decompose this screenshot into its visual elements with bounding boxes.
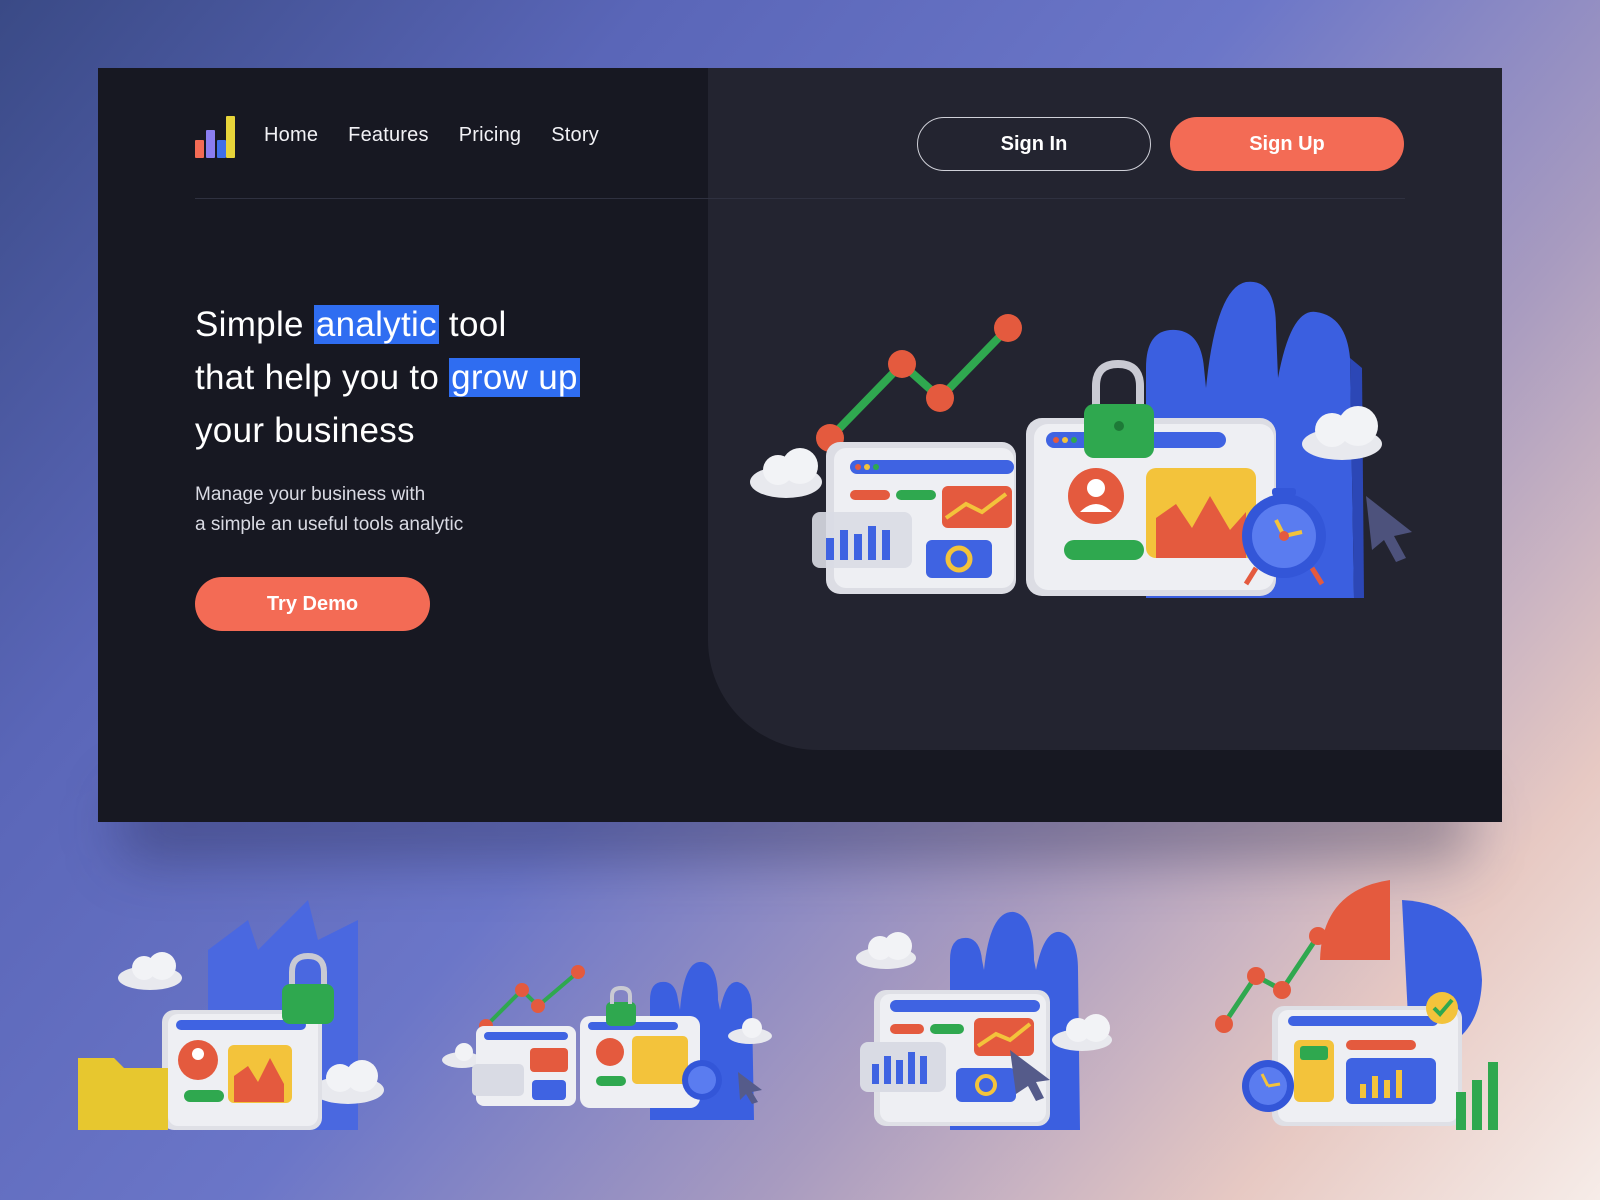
hero-title-text: your business [195,411,415,450]
nav-features[interactable]: Features [348,124,429,147]
cloud-icon [750,448,822,498]
hero-3d-illustration [750,281,1412,598]
folder-icon [78,1058,168,1130]
lock-icon [606,985,636,1026]
cloud-icon [118,952,182,990]
hero-title-text: tool [438,305,507,344]
nav-home[interactable]: Home [264,124,318,147]
sign-up-button[interactable]: Sign Up [1170,117,1404,171]
hero-desc-line: Manage your business with [195,484,426,505]
alarm-clock-icon [682,1060,722,1100]
check-icon [1426,992,1458,1024]
hero-title-text: Simple [195,305,314,344]
illustration-variant-1 [78,900,384,1130]
hero-title-highlight: analytic [313,305,439,344]
hero-title-highlight: grow up [449,358,580,397]
illustration-variant-4 [1215,880,1498,1130]
bar-chart-icon [1456,1062,1498,1130]
cursor-icon [1366,496,1412,562]
cloud-icon [856,932,916,969]
hero-title-text: that help you to [195,358,450,397]
main-nav: Home Features Pricing Story [264,124,599,147]
nav-pricing[interactable]: Pricing [459,124,522,147]
hero-description: Manage your business with a simple an us… [195,480,555,540]
line-chart-icon [479,965,585,1033]
dashboard-card-left [812,442,1016,594]
hero-title: Simple analytic tool that help you to gr… [195,298,665,457]
bar-chart-logo-icon[interactable] [195,116,235,158]
sign-in-button[interactable]: Sign In [917,117,1151,171]
illustration-variant-3 [856,911,1112,1130]
header-divider [195,198,1405,199]
try-demo-button[interactable]: Try Demo [195,577,430,631]
line-chart-icon [816,314,1022,452]
landing-page-mockup: Home Features Pricing Story Sign In Sign… [98,68,1502,822]
lock-icon [1084,359,1154,458]
nav-story[interactable]: Story [551,124,599,147]
alarm-clock-icon [1242,1060,1294,1112]
illustration-variant-2 [442,961,772,1120]
hero-desc-line: a simple an useful tools analytic [195,514,464,535]
